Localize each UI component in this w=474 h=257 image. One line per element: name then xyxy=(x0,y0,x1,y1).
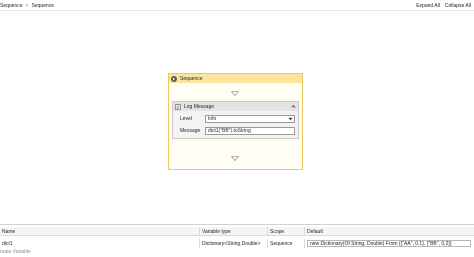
log-message-title: Log Message xyxy=(184,103,215,110)
designer-canvas[interactable]: Sequence Log Message Level Info Message … xyxy=(0,11,474,224)
column-header-name[interactable]: Name xyxy=(0,227,200,236)
designer-actions: Expand All Collapse All xyxy=(416,2,471,9)
designer-top-bar: Sequence > Sequence Expand All Collapse … xyxy=(0,0,474,11)
breadcrumb: Sequence > Sequence xyxy=(0,2,54,9)
chevron-down-icon[interactable] xyxy=(287,116,294,122)
breadcrumb-item-current[interactable]: Sequence xyxy=(31,3,54,9)
log-message-icon xyxy=(175,103,181,110)
message-input[interactable]: dict1("BB").toString xyxy=(205,127,295,135)
create-variable-link[interactable]: reate Variable xyxy=(0,248,31,255)
log-message-header[interactable]: Log Message xyxy=(173,102,298,111)
sequence-header[interactable]: Sequence xyxy=(169,74,302,83)
variables-grid: Name Variable type Scope Default dict1 D… xyxy=(0,227,474,248)
variable-default-input[interactable]: new Dictionary(Of String, Double) From {… xyxy=(307,240,471,247)
column-header-variable-type[interactable]: Variable type xyxy=(200,227,268,236)
table-row[interactable]: dict1 Dictionary<String,Double> Sequence… xyxy=(0,239,474,248)
variable-scope-cell[interactable]: Sequence xyxy=(268,239,305,248)
expand-all-button[interactable]: Expand All xyxy=(416,3,440,9)
collapse-all-button[interactable]: Collapse All xyxy=(445,3,471,9)
breadcrumb-item-root[interactable]: Sequence xyxy=(0,3,23,9)
variables-header-row: Name Variable type Scope Default xyxy=(0,227,474,236)
drop-target-arrow-icon[interactable] xyxy=(231,156,239,161)
variable-default-cell: new Dictionary(Of String, Double) From {… xyxy=(305,239,474,248)
sequence-activity[interactable]: Sequence Log Message Level Info Message … xyxy=(168,73,303,170)
column-header-scope[interactable]: Scope xyxy=(268,227,305,236)
column-header-default[interactable]: Default xyxy=(305,227,474,236)
chevron-up-icon[interactable] xyxy=(291,104,296,109)
variable-type-cell[interactable]: Dictionary<String,Double> xyxy=(200,239,268,248)
level-dropdown[interactable]: Info xyxy=(205,115,295,123)
level-label: Level xyxy=(180,116,192,122)
sequence-title: Sequence xyxy=(180,75,203,82)
message-label: Message xyxy=(180,128,201,134)
variable-name-cell[interactable]: dict1 xyxy=(0,239,200,248)
level-selected-value: Info xyxy=(208,116,217,122)
breadcrumb-separator: > xyxy=(25,2,29,9)
log-message-activity[interactable]: Log Message Level Info Message dict1("BB… xyxy=(172,101,299,139)
variables-panel: Name Variable type Scope Default dict1 D… xyxy=(0,224,474,257)
sequence-icon xyxy=(171,75,177,82)
drop-target-arrow-icon[interactable] xyxy=(231,91,239,96)
